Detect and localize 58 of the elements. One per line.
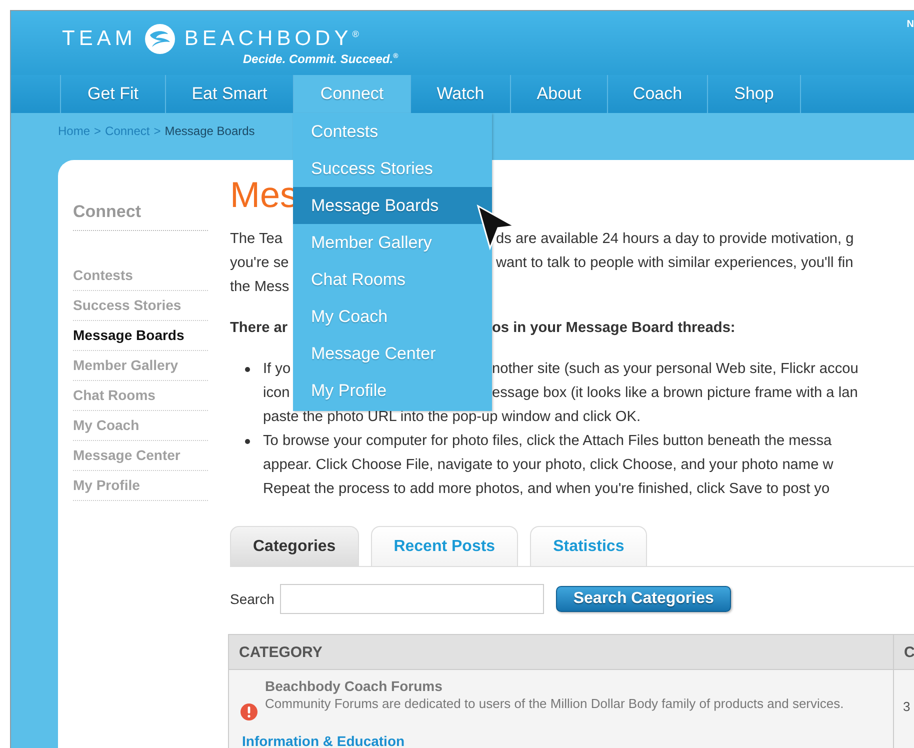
tab[interactable]: Categories: [230, 526, 359, 566]
swirl-logo-icon: [144, 23, 176, 55]
sidebar-item[interactable]: Success Stories: [73, 291, 208, 321]
section-heading: os in your Message Board threads:: [492, 319, 736, 338]
table-cell-text: 3: [902, 698, 912, 714]
bullet-icon: [245, 439, 250, 444]
forum-title[interactable]: Beachbody Coach Forums: [265, 678, 850, 694]
paragraph-text: want to talk to people with similar experiences, you'll fin: [496, 254, 854, 273]
list-text: To browse your computer for photo files, click the Attach Files button beneath the messa: [263, 432, 832, 451]
menu-item[interactable]: My Profile: [293, 372, 492, 409]
list-text: appear. Click Choose File, navigate to your photo, click Choose, and your photo name w: [263, 456, 834, 475]
column-header: CATEGORY: [228, 634, 894, 670]
menu-item[interactable]: Contests: [293, 113, 492, 150]
sidebar-item[interactable]: My Coach: [73, 411, 208, 441]
section-heading: There ar: [230, 320, 288, 336]
brand-name: BEACHBODY$^{®}$: [184, 27, 359, 51]
paragraph-text: you're se: [230, 255, 289, 271]
menu-item[interactable]: Chat Rooms: [293, 261, 492, 298]
menu-item[interactable]: My Coach: [293, 298, 492, 335]
search-label: Search: [230, 591, 274, 607]
list-text: If yo: [263, 361, 291, 377]
tab[interactable]: Recent Posts: [370, 526, 518, 566]
corner-text: N: [906, 19, 914, 30]
breadcrumb-link[interactable]: Connect: [105, 124, 150, 138]
list-text: paste the photo URL into the pop-up window and click OK.: [263, 408, 640, 427]
tab[interactable]: Statistics: [530, 526, 648, 566]
nav-tab[interactable]: Get Fit: [60, 75, 165, 113]
list-text: icon: [263, 385, 290, 401]
breadcrumb-link[interactable]: Home: [58, 124, 90, 138]
bullet-icon: [245, 367, 250, 372]
paragraph-text: ds are available 24 hours a day to provide motivation, g: [496, 230, 854, 249]
menu-item[interactable]: Success Stories: [293, 150, 492, 187]
sidebar-item[interactable]: Message Center: [73, 441, 208, 471]
search-field[interactable]: [280, 584, 544, 614]
forum-description: Community Forums are dedicated to users of the Million Dollar Body family of products and services.: [265, 695, 845, 713]
sidebar-item[interactable]: My Profile: [73, 471, 208, 501]
list-text: essage box (it looks like a brown picture frame with a lan: [492, 384, 858, 403]
nav-tab[interactable]: Coach: [607, 75, 707, 113]
list-text: Repeat the process to add more photos, and when you're finished, click Save to post yo: [263, 480, 830, 499]
nav-tab[interactable]: About: [510, 75, 607, 113]
sidebar-title: Connect: [73, 202, 208, 231]
breadcrumb-separator: >: [94, 124, 102, 138]
nav-tab[interactable]: Connect: [293, 75, 410, 113]
sidebar-item[interactable]: Member Gallery: [73, 351, 208, 381]
brand-name: TEAM: [62, 27, 136, 51]
search-button[interactable]: Search Categories: [556, 586, 731, 612]
paragraph-text: The Tea: [230, 231, 282, 247]
breadcrumb-separator: >: [154, 124, 161, 138]
list-text: nother site (such as your personal Web site, Flickr accou: [492, 360, 858, 379]
breadcrumb-current: Message Boards: [164, 124, 255, 138]
sidebar-item[interactable]: Chat Rooms: [73, 381, 208, 411]
sidebar-item[interactable]: Message Boards: [73, 321, 208, 351]
paragraph-text: the Mess: [230, 278, 290, 297]
tagline: Decide. Commit. Succeed.$^{®}$: [243, 52, 398, 66]
nav-tab[interactable]: Shop: [707, 75, 800, 113]
menu-item[interactable]: Message Center: [293, 335, 492, 372]
sidebar-item[interactable]: Contests: [73, 261, 208, 291]
menu-item[interactable]: Message Boards: [293, 187, 492, 224]
